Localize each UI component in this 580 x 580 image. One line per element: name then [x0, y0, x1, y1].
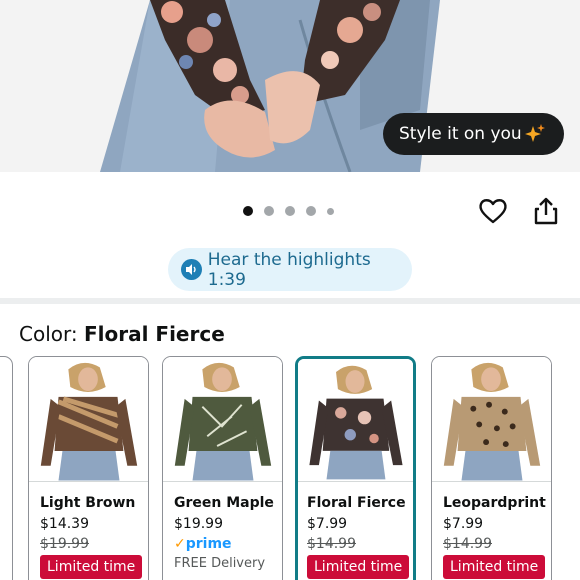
hear-highlights-button[interactable]: Hear the highlights 1:39: [168, 248, 412, 291]
swatch-card-floral-fierce[interactable]: Floral Fierce $7.99 $14.99 Limited time: [295, 356, 416, 580]
swatch-list-price: $14.99: [307, 536, 356, 552]
swatch-list-price: $19.99: [40, 536, 89, 552]
product-page: Style it on you Hear the highlights 1:39…: [0, 0, 580, 580]
swatch-price: $14.39: [40, 516, 89, 532]
heart-icon[interactable]: [477, 195, 509, 227]
audio-play-icon: [181, 259, 202, 280]
carousel-dot[interactable]: [306, 206, 316, 216]
swatch-price: $19.99: [174, 516, 223, 532]
swatch-name: Floral Fierce: [307, 495, 406, 511]
swatch-thumbnail: [163, 357, 282, 482]
swatch-info: Leopardprint $7.99 $14.99 Limited time: [443, 495, 547, 579]
highlights-label: Hear the highlights 1:39: [207, 249, 371, 290]
swatch-card-leopardprint[interactable]: Leopardprint $7.99 $14.99 Limited time: [431, 356, 552, 580]
carousel-dot[interactable]: [327, 207, 334, 215]
prime-check-icon: ✓: [174, 536, 186, 552]
swatch-thumbnail: [432, 357, 551, 482]
swatch-card-light-brown[interactable]: Light Brown $14.39 $19.99 Limited time: [28, 356, 149, 580]
swatch-thumbnail: [298, 359, 413, 482]
selected-color-name: Floral Fierce: [83, 322, 225, 346]
carousel-dot[interactable]: [264, 206, 274, 216]
swatch-name: Leopardprint: [443, 495, 546, 511]
swatch-info: Light Brown $14.39 $19.99 Limited time: [40, 495, 144, 579]
swatch-name: Green Maple: [174, 495, 274, 511]
share-icon[interactable]: [530, 195, 562, 227]
swatch-thumbnail: [29, 357, 148, 482]
swatch-info: Floral Fierce $7.99 $14.99 Limited time: [307, 495, 410, 579]
swatch-list-price: $14.99: [443, 536, 492, 552]
color-label-prefix: Color:: [19, 322, 78, 346]
style-button-label: Style it on you: [399, 124, 522, 144]
limited-time-badge: Limited time: [40, 555, 143, 579]
product-image[interactable]: Style it on you: [0, 0, 580, 172]
swatch-card-green-maple[interactable]: Green Maple $19.99 ✓prime FREE Delivery: [162, 356, 283, 580]
swatch-price: $7.99: [443, 516, 484, 532]
carousel-dot[interactable]: [243, 206, 253, 216]
style-it-on-you-button[interactable]: Style it on you: [383, 113, 564, 155]
prime-label: prime: [185, 536, 232, 552]
carousel-dot[interactable]: [285, 206, 295, 216]
carousel-dots: [243, 206, 334, 216]
section-divider: [0, 298, 580, 304]
limited-time-badge: Limited time: [307, 555, 410, 579]
color-label: Color: Floral Fierce: [19, 322, 225, 346]
sparkle-icon: [525, 124, 545, 142]
swatch-info: Green Maple $19.99 ✓prime FREE Delivery: [174, 495, 278, 571]
swatch-price: $7.99: [307, 516, 348, 532]
prime-badge: ✓prime: [174, 536, 278, 552]
limited-time-badge: Limited time: [443, 555, 546, 579]
delivery-text: FREE Delivery: [174, 556, 266, 571]
swatch-name: Light Brown: [40, 495, 136, 511]
swatch-card-partial[interactable]: [0, 356, 13, 580]
